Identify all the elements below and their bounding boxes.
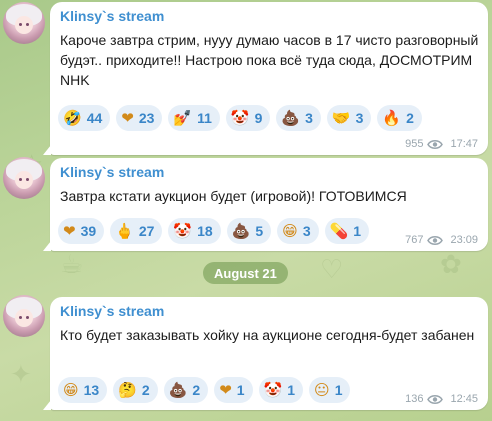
reaction-count: 44: [86, 110, 103, 126]
reactions-row: ❤ 39 🖕 27 🤡 18 💩 5 😁 3 💊 1: [58, 218, 370, 244]
reaction-chip[interactable]: 🖕 27: [110, 218, 163, 244]
poop-icon: 💩: [168, 380, 188, 399]
reaction-chip[interactable]: ❤ 1: [214, 377, 253, 403]
middle-finger-icon: 🖕: [115, 221, 134, 240]
eye-icon: [427, 235, 444, 246]
view-count: 767: [405, 234, 424, 246]
reaction-count: 39: [80, 223, 97, 239]
wallpaper-doodle: ✦: [10, 360, 32, 390]
view-count: 136: [405, 393, 424, 405]
reaction-chip[interactable]: 🤝 3: [326, 105, 372, 131]
handshake-icon: 🤝: [331, 108, 351, 127]
eye-icon: [427, 394, 444, 405]
reaction-chip[interactable]: 💅 11: [168, 105, 220, 131]
reaction-chip[interactable]: ❤ 39: [58, 218, 105, 244]
reaction-count: 5: [255, 223, 264, 239]
thinking-icon: 🤔: [118, 380, 137, 399]
clown-icon: 🤡: [173, 221, 193, 240]
reaction-chip[interactable]: 🤡 18: [168, 218, 221, 244]
eye-icon: [427, 139, 444, 150]
message-meta: 955 17:47: [405, 138, 478, 150]
poop-icon: 💩: [281, 108, 301, 127]
heart-icon: ❤: [63, 221, 76, 240]
sender-name[interactable]: Klinsy`s stream: [60, 303, 164, 319]
reaction-chip[interactable]: 😁 3: [277, 218, 319, 244]
message-bubble[interactable]: Klinsy`s stream Кто будет заказывать хой…: [43, 297, 488, 410]
reaction-chip[interactable]: 🤡 1: [258, 377, 304, 403]
reaction-chip[interactable]: 🔥 2: [377, 105, 422, 131]
message-text: Завтра кстати аукцион будет (игровой)! Г…: [60, 188, 407, 204]
reaction-chip[interactable]: 😐 1: [309, 377, 351, 403]
heart-icon: ❤: [121, 108, 134, 127]
avatar[interactable]: [3, 157, 45, 199]
reaction-count: 3: [355, 110, 364, 126]
reaction-chip[interactable]: 💩 2: [163, 377, 209, 403]
avatar[interactable]: [3, 295, 45, 337]
reaction-chip[interactable]: 💩 5: [226, 218, 272, 244]
neutral-face-icon: 😐: [314, 380, 330, 399]
heart-icon: ❤: [219, 380, 232, 399]
reaction-count: 1: [236, 382, 245, 398]
reaction-count: 2: [406, 110, 414, 126]
reaction-count: 23: [138, 110, 155, 126]
reaction-chip[interactable]: 😁 13: [58, 377, 108, 403]
nail-polish-icon: 💅: [173, 108, 193, 127]
reaction-count: 9: [254, 110, 263, 126]
reaction-count: 2: [141, 382, 150, 398]
sender-name[interactable]: Klinsy`s stream: [60, 8, 164, 24]
reactions-row: 😁 13 🤔 2 💩 2 ❤ 1 🤡 1 😐 1: [58, 377, 351, 403]
grin-icon: 😁: [63, 380, 79, 399]
reaction-count: 1: [353, 223, 362, 239]
pill-icon: 💊: [329, 221, 349, 240]
wallpaper-doodle: ✿: [440, 250, 462, 280]
message-meta: 767 23:09: [405, 234, 478, 246]
clown-icon: 🤡: [263, 380, 283, 399]
grin-icon: 😁: [282, 221, 298, 240]
reaction-count: 13: [83, 382, 100, 398]
date-separator: August 21: [203, 262, 288, 284]
reaction-chip[interactable]: 💊 1: [324, 218, 370, 244]
reaction-count: 3: [302, 223, 311, 239]
message-text: Кто будет заказывать хойку на аукционе с…: [60, 327, 475, 343]
clown-icon: 🤡: [230, 108, 250, 127]
message-time: 17:47: [450, 138, 478, 150]
reaction-chip[interactable]: ❤ 23: [116, 105, 163, 131]
reaction-count: 1: [287, 382, 296, 398]
reaction-count: 1: [334, 382, 343, 398]
sender-name[interactable]: Klinsy`s stream: [60, 164, 164, 180]
reaction-chip[interactable]: 💩 3: [276, 105, 321, 131]
message-time: 12:45: [450, 393, 478, 405]
message-text: Кароче завтра стрим, нууу думаю часов в …: [60, 32, 479, 88]
reaction-chip[interactable]: 🤔 2: [113, 377, 158, 403]
view-count: 955: [405, 138, 424, 150]
avatar[interactable]: [3, 2, 45, 44]
message-meta: 136 12:45: [405, 393, 478, 405]
fire-icon: 🔥: [382, 108, 402, 127]
reaction-chip[interactable]: 🤡 9: [225, 105, 271, 131]
reaction-count: 27: [138, 223, 155, 239]
reaction-count: 18: [197, 223, 213, 239]
wallpaper-doodle: ☕: [60, 250, 84, 280]
reaction-chip[interactable]: 🤣 44: [58, 105, 111, 131]
message-bubble[interactable]: Klinsy`s stream Кароче завтра стрим, нуу…: [43, 2, 488, 155]
reaction-count: 3: [305, 110, 313, 126]
poop-icon: 💩: [231, 221, 251, 240]
reaction-count: 11: [197, 110, 212, 126]
reactions-row: 🤣 44 ❤ 23 💅 11 🤡 9 💩 3 🤝 3 🔥 2: [58, 105, 422, 131]
message-time: 23:09: [450, 234, 478, 246]
wallpaper-doodle: ♡: [320, 255, 344, 285]
rolling-laughing-icon: 🤣: [63, 108, 82, 127]
message-bubble[interactable]: Klinsy`s stream Завтра кстати аукцион бу…: [43, 158, 488, 251]
reaction-count: 2: [192, 382, 201, 398]
